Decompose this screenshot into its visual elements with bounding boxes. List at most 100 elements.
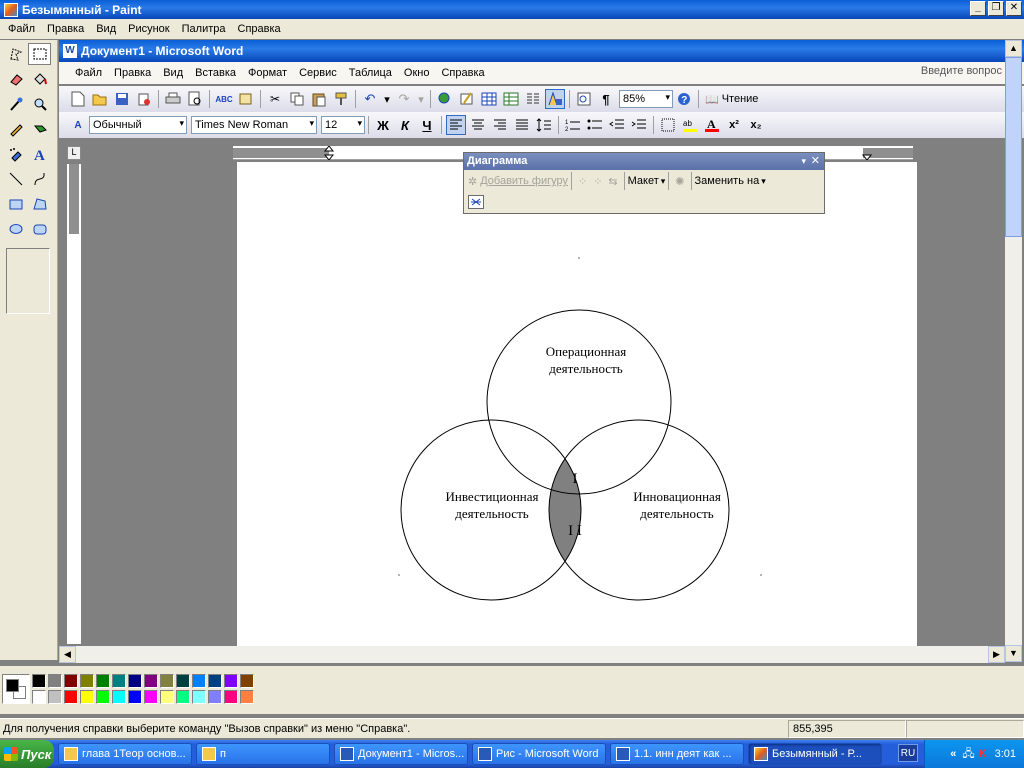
select-free-icon[interactable]	[4, 43, 27, 65]
color-swatch[interactable]	[96, 674, 110, 688]
color-swatch[interactable]	[112, 690, 126, 704]
spelling-icon[interactable]: ABC	[214, 89, 234, 109]
insert-table-icon[interactable]	[479, 89, 499, 109]
style-select[interactable]: Обычный	[89, 116, 187, 134]
move-back-icon[interactable]: ⁘	[578, 175, 587, 188]
tray-expand-icon[interactable]: «	[950, 748, 956, 760]
color-swatch[interactable]	[112, 674, 126, 688]
align-left-icon[interactable]	[446, 115, 466, 135]
restore-button[interactable]: ❐	[988, 1, 1004, 16]
diagram-toolbar-title[interactable]: Диаграмма ▾ ✕	[464, 153, 824, 170]
scroll-down-button[interactable]: ▼	[1005, 645, 1022, 662]
color-swatch[interactable]	[80, 674, 94, 688]
borders-icon[interactable]	[658, 115, 678, 135]
superscript-icon[interactable]: x²	[724, 115, 744, 135]
color-swatch[interactable]	[192, 690, 206, 704]
color-swatch[interactable]	[96, 690, 110, 704]
reading-mode-button[interactable]: 📖 Чтение	[703, 89, 760, 109]
color-swatch[interactable]	[224, 674, 238, 688]
tab-selector[interactable]: L	[67, 146, 81, 160]
copy-icon[interactable]	[287, 89, 307, 109]
increase-indent-icon[interactable]	[629, 115, 649, 135]
color-swatch[interactable]	[32, 674, 46, 688]
color-swatch[interactable]	[32, 690, 46, 704]
move-forward-icon[interactable]: ⁘	[593, 175, 602, 188]
underline-button[interactable]: Ч	[417, 115, 437, 135]
color-swatch[interactable]	[240, 690, 254, 704]
curve-icon[interactable]	[28, 168, 51, 190]
font-select[interactable]: Times New Roman	[191, 116, 317, 134]
word-menu-table[interactable]: Таблица	[343, 67, 398, 79]
pencil-icon[interactable]	[4, 118, 27, 140]
vertical-scrollbar[interactable]: ▲ ▼	[1005, 40, 1022, 662]
columns-icon[interactable]	[523, 89, 543, 109]
word-menu-window[interactable]: Окно	[398, 67, 436, 79]
close-button[interactable]: ✕	[1006, 1, 1022, 16]
tables-borders-icon[interactable]	[457, 89, 477, 109]
start-button[interactable]: Пуск	[0, 740, 54, 768]
color-swatch[interactable]	[64, 674, 78, 688]
menu-help[interactable]: Справка	[232, 23, 287, 35]
scroll-left-button[interactable]: ◀	[59, 646, 76, 663]
drawing-icon[interactable]	[545, 89, 565, 109]
word-menu-help[interactable]: Справка	[435, 67, 490, 79]
add-shape-button[interactable]: Добавить фигуру	[480, 175, 568, 187]
color-swatch[interactable]	[144, 690, 158, 704]
taskbar-item[interactable]: Документ1 - Micros...	[334, 743, 468, 765]
save-icon[interactable]	[112, 89, 132, 109]
rectangle-icon[interactable]	[4, 193, 27, 215]
color-swatch[interactable]	[64, 690, 78, 704]
italic-button[interactable]: К	[395, 115, 415, 135]
bold-button[interactable]: Ж	[373, 115, 393, 135]
scroll-up-button[interactable]: ▲	[1005, 40, 1022, 57]
color-swatch[interactable]	[240, 674, 254, 688]
select-rect-icon[interactable]	[28, 43, 51, 65]
document-page[interactable]: Операционная деятельность Инвестиционная…	[237, 162, 917, 646]
color-swatch[interactable]	[128, 690, 142, 704]
new-doc-icon[interactable]	[68, 89, 88, 109]
reverse-diagram-icon[interactable]: ⇆	[608, 175, 617, 188]
diagram-toolbar[interactable]: Диаграмма ▾ ✕ ✲ Добавить фигуру ⁘ ⁘ ⇆ Ма…	[463, 152, 825, 214]
polygon-icon[interactable]	[28, 193, 51, 215]
undo-icon[interactable]: ↶	[360, 89, 380, 109]
menu-palette[interactable]: Палитра	[176, 23, 232, 35]
font-size-select[interactable]: 12	[321, 116, 365, 134]
highlight-icon[interactable]: ab	[680, 115, 700, 135]
eraser-icon[interactable]	[4, 68, 27, 90]
word-menu-file[interactable]: Файл	[69, 67, 108, 79]
word-menu-edit[interactable]: Правка	[108, 67, 157, 79]
change-to-dropdown-icon[interactable]: ▾	[761, 176, 766, 187]
toolbar-close-icon[interactable]: ✕	[811, 153, 820, 170]
format-painter-icon[interactable]	[331, 89, 351, 109]
clock[interactable]: 3:01	[995, 748, 1016, 760]
color-swatch[interactable]	[192, 674, 206, 688]
language-indicator[interactable]: RU	[898, 744, 918, 762]
rounded-rect-icon[interactable]	[28, 218, 51, 240]
minimize-button[interactable]: _	[970, 1, 986, 16]
permission-icon[interactable]	[134, 89, 154, 109]
layout-dropdown-icon[interactable]: ▾	[661, 176, 666, 187]
taskbar-item[interactable]: п	[196, 743, 330, 765]
color-swatch[interactable]	[160, 674, 174, 688]
text-icon[interactable]: A	[28, 143, 51, 165]
decrease-indent-icon[interactable]	[607, 115, 627, 135]
cut-icon[interactable]: ✂	[265, 89, 285, 109]
word-menu-insert[interactable]: Вставка	[189, 67, 242, 79]
redo-dropdown-icon[interactable]: ▾	[416, 89, 426, 109]
color-swatch[interactable]	[176, 674, 190, 688]
color-swatch[interactable]	[208, 674, 222, 688]
word-menu-tools[interactable]: Сервис	[293, 67, 343, 79]
menu-edit[interactable]: Правка	[41, 23, 90, 35]
scroll-thumb[interactable]	[1005, 57, 1022, 237]
research-icon[interactable]	[236, 89, 256, 109]
font-color-icon[interactable]: A	[702, 115, 722, 135]
menu-image[interactable]: Рисунок	[122, 23, 176, 35]
numbering-icon[interactable]: 12	[563, 115, 583, 135]
help-icon[interactable]: ?	[674, 89, 694, 109]
word-menu-view[interactable]: Вид	[157, 67, 189, 79]
text-wrapping-icon[interactable]	[468, 195, 484, 209]
layout-button[interactable]: Макет	[628, 175, 659, 187]
autoformat-icon[interactable]: ✺	[675, 175, 684, 188]
network-icon[interactable]: 🖧	[962, 745, 974, 764]
hyperlink-icon[interactable]	[435, 89, 455, 109]
